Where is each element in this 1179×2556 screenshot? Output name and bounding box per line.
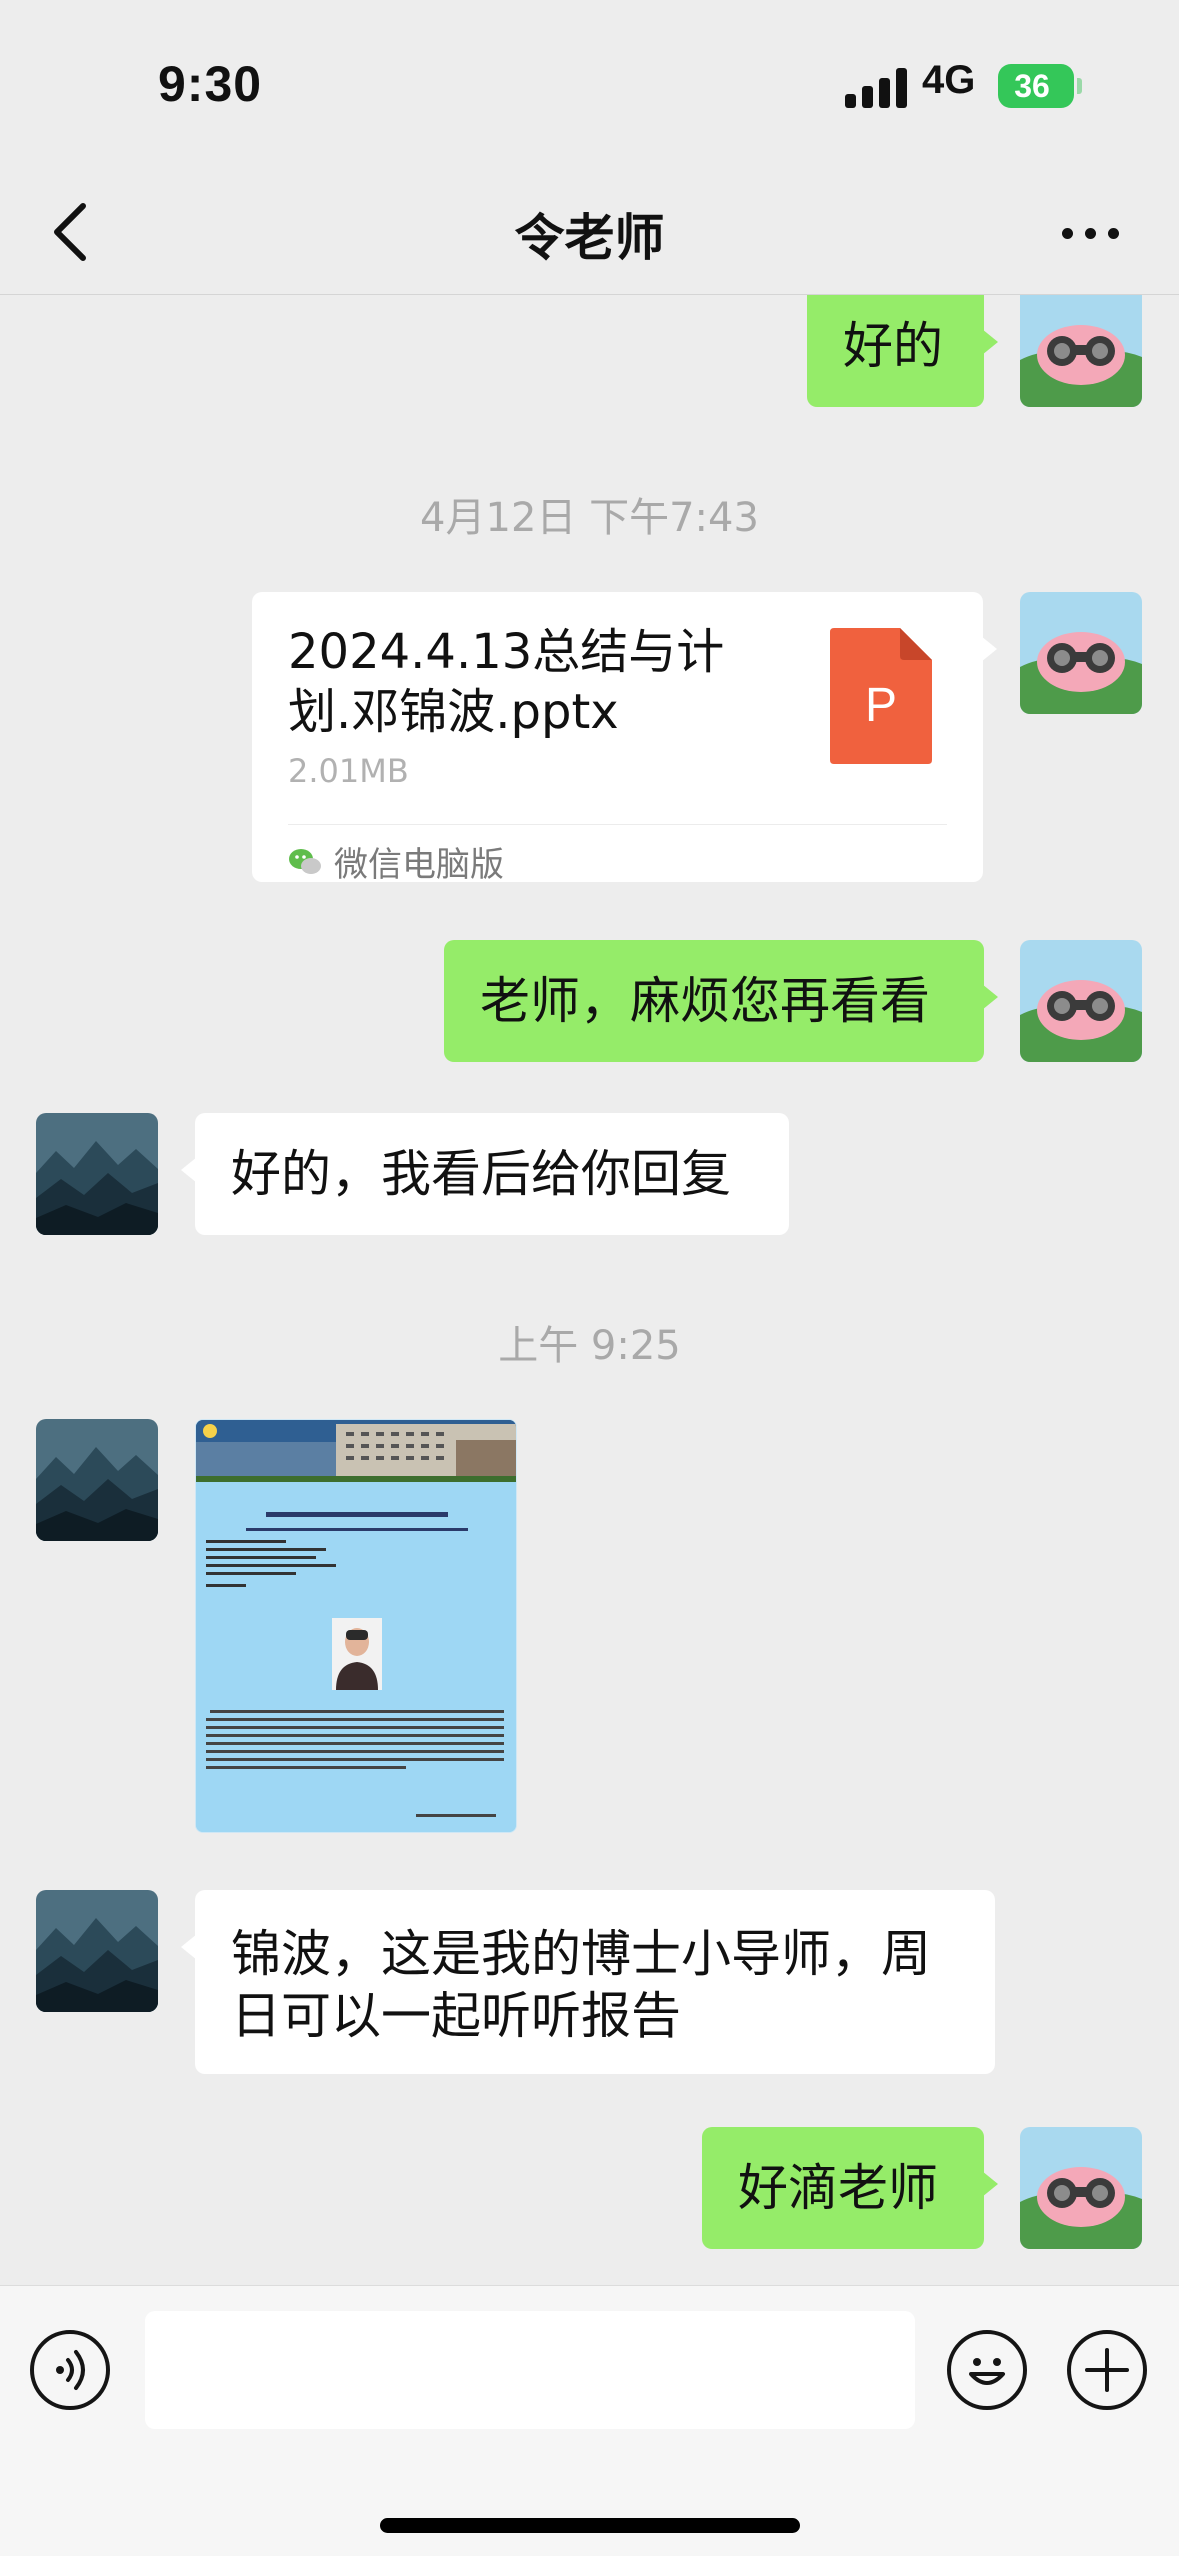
emoji-button[interactable] [947, 2330, 1027, 2410]
message-bubble-incoming[interactable]: 好的，我看后给你回复 [181, 1113, 789, 1235]
timestamp: 上午 9:25 [498, 1323, 681, 1369]
message-text: 好的，我看后给你回复 [231, 1145, 731, 1203]
battery-icon: 36 [998, 64, 1074, 108]
home-indicator[interactable] [380, 2518, 800, 2533]
more-options-button[interactable] [1062, 220, 1132, 246]
plus-icon [1085, 2348, 1129, 2392]
pptx-file-icon: P [830, 628, 932, 764]
my-avatar[interactable] [1020, 940, 1142, 1062]
status-time: 9:30 [158, 56, 263, 112]
file-source: 微信电脑版 [288, 837, 504, 886]
voice-input-button[interactable] [30, 2330, 110, 2410]
avatar-binoculars-image [1020, 940, 1142, 1062]
file-message-card[interactable]: 2024.4.13总结与计划.邓锦波.pptx 2.01MB P 微信电脑版 [252, 592, 997, 885]
my-avatar[interactable] [1020, 592, 1142, 714]
my-avatar[interactable] [1020, 295, 1142, 407]
message-text: 好滴老师 [738, 2159, 938, 2217]
voice-icon [56, 2350, 85, 2390]
battery-cap [1077, 78, 1082, 94]
contact-avatar[interactable] [36, 1113, 158, 1235]
dot [1108, 227, 1119, 239]
message-bubble-outgoing[interactable]: 好滴老师 [702, 2127, 998, 2249]
message-text-input[interactable] [145, 2311, 915, 2429]
image-message-poster[interactable] [195, 1419, 517, 1833]
status-bar: 9:30 4G 36 [0, 0, 1179, 170]
message-bubble-outgoing[interactable]: 老师，麻烦您再看看 [444, 940, 998, 1062]
poster-image [196, 1420, 516, 1832]
file-card-divider [288, 824, 947, 825]
dot [1085, 227, 1096, 239]
pptx-icon-letter: P [864, 679, 897, 732]
message-text: 老师，麻烦您再看看 [480, 972, 930, 1030]
dot [1062, 227, 1073, 239]
contact-avatar[interactable] [36, 1419, 158, 1541]
avatar-binoculars-image [1020, 295, 1142, 407]
more-functions-button[interactable] [1067, 2330, 1147, 2410]
avatar-binoculars-image [1020, 2127, 1142, 2249]
message-bubble-outgoing[interactable]: 好的 [807, 295, 998, 407]
my-avatar[interactable] [1020, 2127, 1142, 2249]
avatar-binoculars-image [1020, 592, 1142, 714]
message-input-bar [0, 2285, 1179, 2556]
timestamp: 4月12日 下午7:43 [420, 495, 759, 541]
chat-title: 令老师 [514, 209, 665, 267]
avatar-mountains-image [36, 1890, 158, 2012]
chat-header: 令老师 [0, 170, 1179, 295]
message-text: 锦波，这是我的博士小导师，周日可以一起听听报告 [231, 1925, 931, 2045]
message-bubble-incoming[interactable]: 锦波，这是我的博士小导师，周日可以一起听听报告 [181, 1890, 995, 2074]
avatar-mountains-image [36, 1113, 158, 1235]
battery-level: 36 [1014, 67, 1050, 104]
message-text: 好的 [843, 317, 943, 375]
wechat-icon [289, 848, 321, 874]
file-name: 2024.4.13总结与计划.邓锦波.pptx [288, 624, 725, 740]
network-type: 4G [922, 58, 976, 102]
avatar-mountains-image [36, 1419, 158, 1541]
contact-avatar[interactable] [36, 1890, 158, 2012]
chat-message-list[interactable]: 好的 4月12日 下午7:43 2024.4.13总结与计划.邓锦波.pptx … [0, 295, 1179, 2285]
smiley-face-icon [969, 2358, 1005, 2385]
cellular-signal-icon [845, 66, 909, 108]
file-source-label: 微信电脑版 [334, 845, 504, 885]
file-size: 2.01MB [288, 752, 409, 790]
